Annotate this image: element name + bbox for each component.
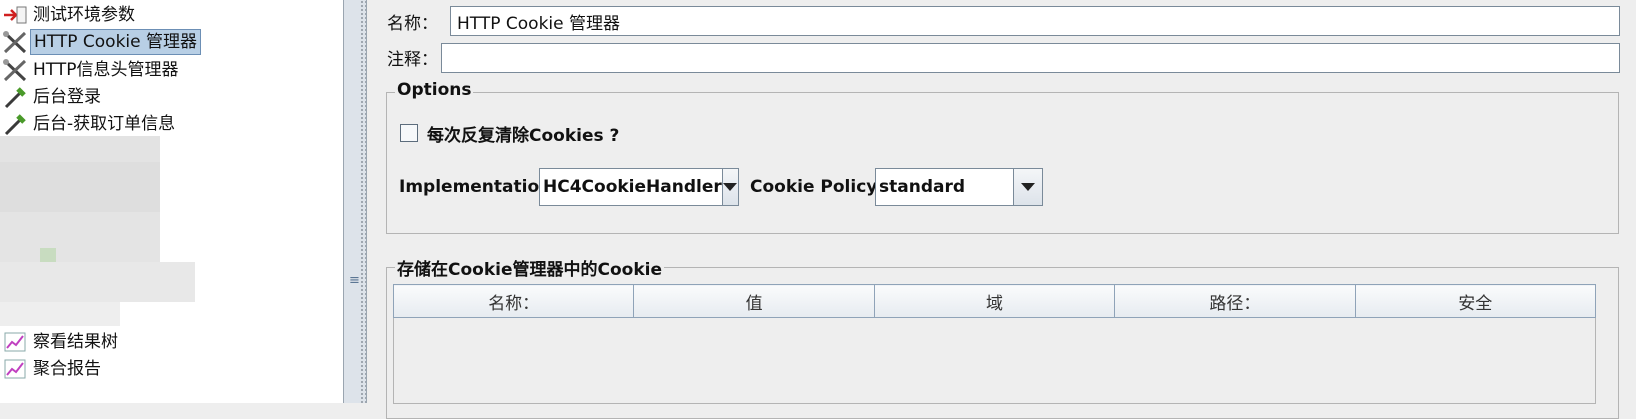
redacted-area [0, 162, 160, 212]
tree-item-label: 后台-获取订单信息 [33, 114, 176, 134]
split-pane-divider[interactable]: ≡ [343, 0, 367, 403]
redacted-area [40, 248, 56, 262]
tree-item-view-results-tree[interactable]: 察看结果树 [0, 329, 121, 355]
name-label: 名称： [387, 13, 438, 34]
table-header-row: 名称： 值 域 路径： 安全 [392, 284, 1597, 318]
graph-icon [0, 329, 30, 355]
wrench-icon [0, 29, 30, 55]
pipette-icon [0, 84, 30, 110]
column-header-domain[interactable]: 域 [873, 284, 1116, 318]
graph-icon [0, 356, 30, 382]
redacted-area [0, 262, 195, 302]
tree-item-http-header-manager[interactable]: HTTP信息头管理器 [0, 57, 182, 83]
column-header-secure[interactable]: 安全 [1354, 284, 1597, 318]
wrench-icon [0, 57, 30, 83]
comment-input[interactable] [441, 43, 1620, 73]
name-input[interactable]: HTTP Cookie 管理器 [450, 6, 1620, 36]
redacted-area [0, 302, 120, 326]
tree-item-label: 察看结果树 [33, 332, 118, 352]
tree-item-label: 测试环境参数 [33, 5, 135, 25]
test-plan-tree[interactable]: 测试环境参数 HTTP Cookie 管理器 HTTP信息头管理器 后台登录 后… [0, 0, 343, 403]
clear-each-iteration-checkbox[interactable] [400, 124, 418, 142]
cookies-table-body[interactable] [393, 318, 1596, 404]
stored-cookies-legend: 存储在Cookie管理器中的Cookie [395, 255, 664, 280]
implementation-select[interactable]: HC4CookieHandler [539, 168, 739, 206]
column-header-name[interactable]: 名称： [392, 284, 635, 318]
tree-item-label: 聚合报告 [33, 359, 101, 379]
tree-item-test-env-params[interactable]: 测试环境参数 [0, 2, 138, 28]
redacted-area [0, 136, 160, 162]
column-header-value[interactable]: 值 [633, 284, 875, 318]
tree-item-label: HTTP信息头管理器 [33, 60, 179, 80]
tree-item-label: 后台登录 [33, 87, 101, 107]
tree-item-backend-login[interactable]: 后台登录 [0, 84, 104, 110]
tree-item-aggregate-report[interactable]: 聚合报告 [0, 356, 104, 382]
implementation-label: Implementation: [399, 177, 559, 197]
chevron-down-icon[interactable] [1013, 169, 1042, 205]
tree-item-get-order-info[interactable]: 后台-获取订单信息 [0, 111, 178, 137]
options-group: Options 每次反复清除Cookies ? Implementation: … [386, 80, 1619, 234]
pipette-icon [0, 111, 30, 137]
name-row: 名称： [385, 4, 451, 38]
arrow-config-icon [0, 2, 30, 28]
chevron-down-icon[interactable] [721, 169, 738, 205]
tree-item-http-cookie-manager[interactable]: HTTP Cookie 管理器 [0, 29, 202, 55]
implementation-value: HC4CookieHandler [543, 177, 722, 197]
cookie-policy-value: standard [879, 177, 966, 197]
tree-item-label: HTTP Cookie 管理器 [30, 29, 202, 55]
column-header-path[interactable]: 路径： [1114, 284, 1356, 318]
options-legend: Options [395, 80, 474, 100]
cookie-policy-label: Cookie Policy: [750, 177, 885, 197]
cookies-table[interactable]: 名称： 值 域 路径： 安全 [392, 284, 1597, 318]
redacted-area [0, 212, 160, 262]
clear-each-iteration-label: 每次反复清除Cookies ? [427, 126, 620, 146]
cookie-policy-select[interactable]: standard [875, 168, 1043, 206]
cookie-manager-panel: 名称： HTTP Cookie 管理器 注释： Options 每次反复清除Co… [385, 0, 1622, 419]
grip-icon: ≡ [349, 273, 360, 288]
